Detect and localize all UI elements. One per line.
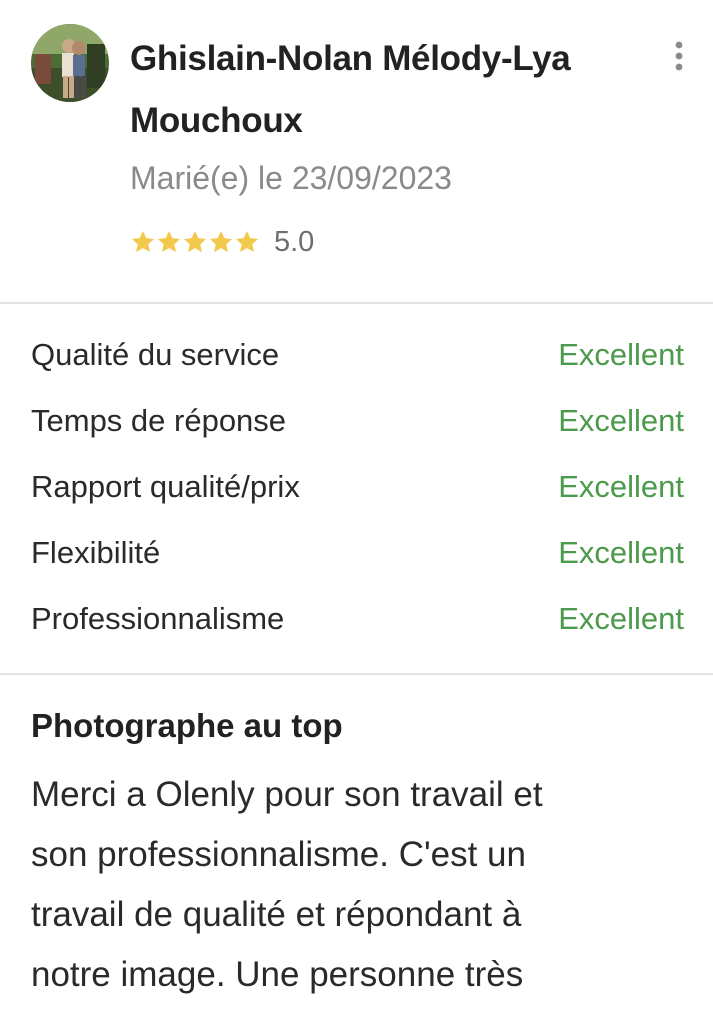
star-icon bbox=[209, 230, 233, 252]
criterion-label: Temps de réponse bbox=[31, 403, 287, 438]
criterion-service-quality: Qualité du service Excellent bbox=[31, 322, 684, 388]
criterion-label: Qualité du service bbox=[31, 337, 280, 372]
divider-bottom bbox=[0, 673, 713, 675]
rating-value: 5.0 bbox=[274, 225, 315, 258]
criterion-value: Excellent bbox=[558, 337, 684, 372]
more-vertical-icon bbox=[675, 41, 683, 71]
star-icon bbox=[183, 230, 207, 252]
rating-row: 5.0 bbox=[130, 222, 314, 262]
criterion-label: Flexibilité bbox=[31, 535, 161, 570]
criterion-response-time: Temps de réponse Excellent bbox=[31, 388, 684, 454]
divider-top bbox=[0, 302, 713, 304]
criterion-value: Excellent bbox=[558, 535, 684, 570]
review-body-line: notre image. Une personne très bbox=[31, 955, 524, 994]
star-icon bbox=[157, 230, 181, 252]
criterion-value: Excellent bbox=[558, 601, 684, 636]
star-icon bbox=[131, 230, 155, 252]
reviewer-name: Ghislain-Nolan Mélody-Lya Mouchoux bbox=[130, 28, 630, 152]
review-body: Merci a Olenly pour son travail et son p… bbox=[31, 765, 691, 1005]
avatar-photo bbox=[31, 24, 109, 102]
criterion-flexibility: Flexibilité Excellent bbox=[31, 520, 684, 586]
star-icon bbox=[235, 230, 259, 252]
rating-criteria: Qualité du service Excellent Temps de ré… bbox=[31, 322, 684, 652]
criterion-label: Professionnalisme bbox=[31, 601, 285, 636]
married-date: Marié(e) le 23/09/2023 bbox=[130, 160, 452, 196]
criterion-value: Excellent bbox=[558, 469, 684, 504]
review-body-line: travail de qualité et répondant à bbox=[31, 895, 522, 934]
reviewer-name-line1: Ghislain-Nolan Mélody-Lya bbox=[130, 39, 571, 78]
reviewer-name-line2: Mouchoux bbox=[130, 101, 303, 140]
criterion-professionalism: Professionnalisme Excellent bbox=[31, 586, 684, 652]
avatar[interactable] bbox=[31, 24, 109, 102]
more-options-button[interactable] bbox=[664, 38, 694, 74]
review-title: Photographe au top bbox=[31, 707, 343, 744]
star-rating bbox=[130, 229, 260, 255]
review-body-line: son professionnalisme. C'est un bbox=[31, 835, 526, 874]
criterion-value: Excellent bbox=[558, 403, 684, 438]
review-header: Ghislain-Nolan Mélody-Lya Mouchoux Marié… bbox=[0, 0, 713, 302]
criterion-value-for-money: Rapport qualité/prix Excellent bbox=[31, 454, 684, 520]
review-body-line: Merci a Olenly pour son travail et bbox=[31, 775, 543, 814]
criterion-label: Rapport qualité/prix bbox=[31, 469, 300, 504]
